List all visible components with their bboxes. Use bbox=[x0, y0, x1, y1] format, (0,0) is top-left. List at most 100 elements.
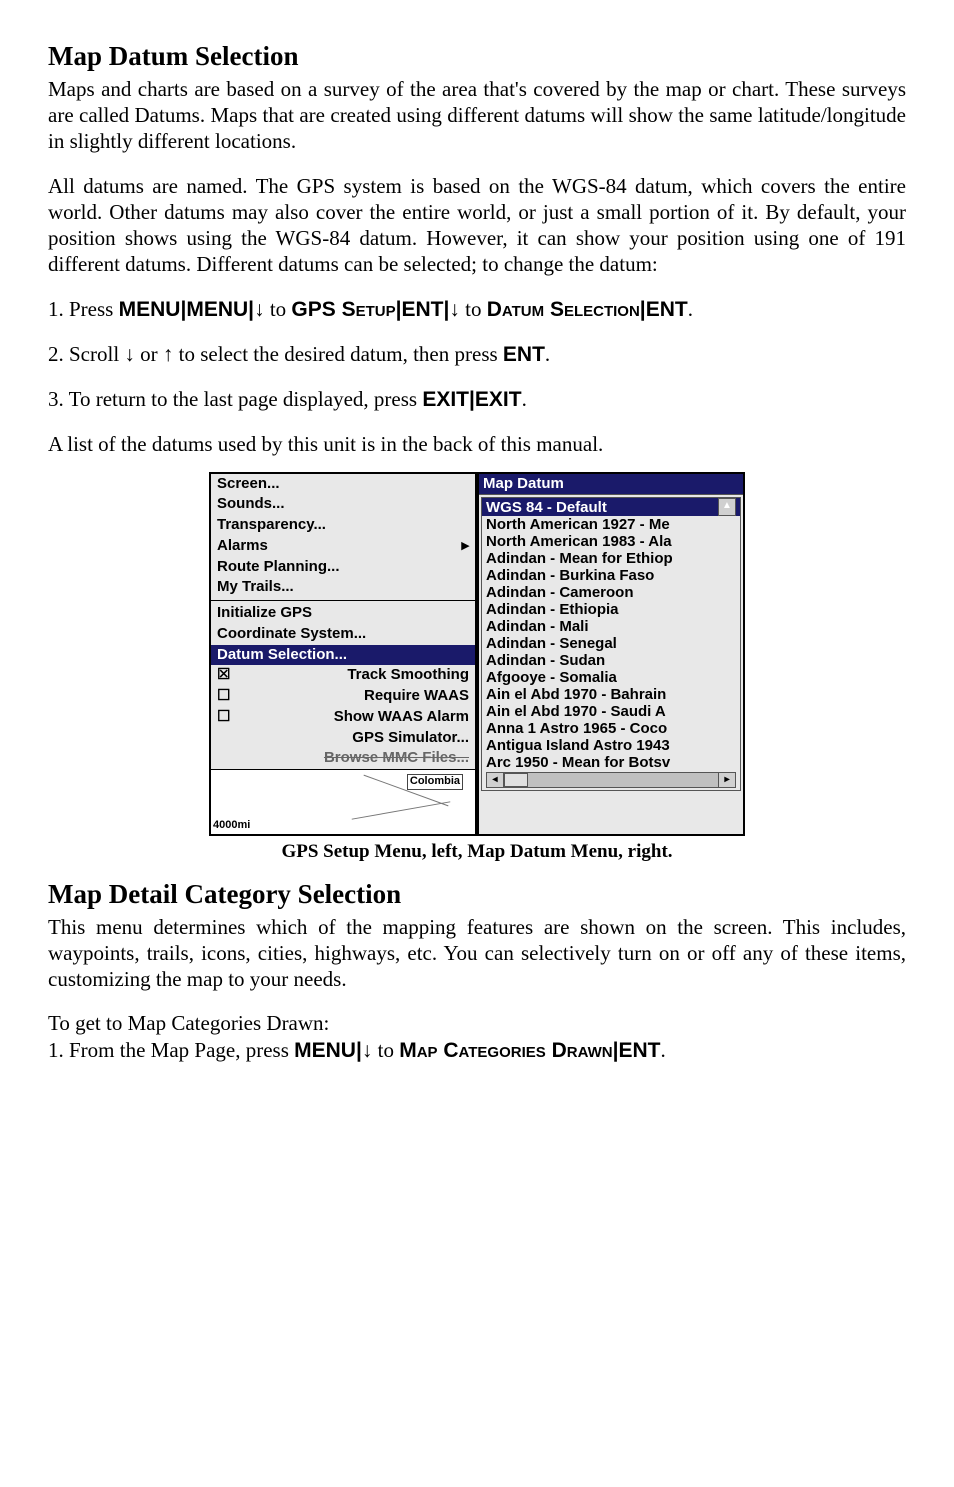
menu-item-my-trails[interactable]: My Trails... bbox=[211, 577, 475, 598]
datum-option[interactable]: Afgooye - Somalia bbox=[482, 669, 740, 686]
menu-item-alarms[interactable]: Alarms ▸ bbox=[211, 536, 475, 557]
menu-item-require-waas[interactable]: ☐ Require WAAS bbox=[211, 686, 475, 707]
label: Browse MMC Files... bbox=[324, 749, 469, 768]
gps-setup-menu-screenshot: Screen... Sounds... Transparency... Alar… bbox=[209, 472, 477, 837]
label: Alarms bbox=[217, 537, 268, 556]
section-heading-map-datum: Map Datum Selection bbox=[48, 40, 906, 74]
datum-option[interactable]: Arc 1950 - Mean for Botsv bbox=[482, 754, 740, 771]
label: My Trails... bbox=[217, 578, 294, 597]
menu-name: Map Categories Drawn bbox=[399, 1039, 612, 1062]
paragraph: Maps and charts are based on a survey of… bbox=[48, 76, 906, 155]
submenu-arrow-icon: ▸ bbox=[461, 537, 469, 556]
text: 1. From the Map Page, press bbox=[48, 1038, 294, 1062]
datum-option[interactable]: Adindan - Cameroon bbox=[482, 584, 740, 601]
checkbox-checked-icon: ☒ bbox=[217, 666, 231, 685]
menu-name: Datum Selection bbox=[487, 298, 640, 321]
arrow-down-icon: ↓ bbox=[362, 1039, 373, 1062]
checkbox-unchecked-icon: ☐ bbox=[217, 708, 231, 727]
menu-item-route-planning[interactable]: Route Planning... bbox=[211, 557, 475, 578]
datum-option[interactable]: Adindan - Ethiopia bbox=[482, 601, 740, 618]
key-exit: EXIT bbox=[475, 388, 522, 411]
menu-item-transparency[interactable]: Transparency... bbox=[211, 515, 475, 536]
datum-option[interactable]: North American 1927 - Me bbox=[482, 516, 740, 533]
text: to bbox=[460, 297, 487, 321]
label: WGS 84 - Default bbox=[486, 499, 607, 516]
text: or bbox=[135, 342, 163, 366]
label: Datum Selection... bbox=[217, 646, 347, 665]
map-line bbox=[352, 801, 451, 819]
scrollbar-track[interactable] bbox=[504, 772, 718, 788]
key-menu: MENU bbox=[119, 298, 181, 321]
checkbox-unchecked-icon: ☐ bbox=[217, 687, 231, 706]
paragraph: All datums are named. The GPS system is … bbox=[48, 173, 906, 278]
label: Track Smoothing bbox=[347, 666, 469, 685]
step-2: 2. Scroll ↓ or ↑ to select the desired d… bbox=[48, 341, 906, 368]
key-ent: ENT bbox=[402, 298, 444, 321]
lead-line: To get to Map Categories Drawn: bbox=[48, 1010, 906, 1036]
menu-item-show-waas-alarm[interactable]: ☐ Show WAAS Alarm bbox=[211, 707, 475, 728]
key-ent: ENT bbox=[646, 298, 688, 321]
menu-divider bbox=[211, 600, 475, 601]
scroll-right-button[interactable]: ▸ bbox=[718, 772, 736, 788]
paragraph: A list of the datums used by this unit i… bbox=[48, 431, 906, 457]
arrow-up-icon: ↑ bbox=[163, 343, 174, 366]
label: Screen... bbox=[217, 475, 280, 494]
arrow-down-icon: ↓ bbox=[449, 298, 460, 321]
menu-item-datum-selection[interactable]: Datum Selection... bbox=[211, 645, 475, 666]
text: to bbox=[372, 1038, 399, 1062]
text: to select the desired datum, then press bbox=[173, 342, 503, 366]
text: 1. Press bbox=[48, 297, 119, 321]
key-exit: EXIT bbox=[422, 388, 469, 411]
step-3: 3. To return to the last page displayed,… bbox=[48, 386, 906, 413]
step-1b: 1. From the Map Page, press MENU|↓ to Ma… bbox=[48, 1037, 906, 1064]
datum-option[interactable]: Adindan - Senegal bbox=[482, 635, 740, 652]
datum-option[interactable]: Adindan - Burkina Faso bbox=[482, 567, 740, 584]
menu-item-coordinate-system[interactable]: Coordinate System... bbox=[211, 624, 475, 645]
label: Sounds... bbox=[217, 495, 285, 514]
label: Show WAAS Alarm bbox=[334, 708, 469, 727]
menu-item-track-smoothing[interactable]: ☒ Track Smoothing bbox=[211, 665, 475, 686]
period: . bbox=[688, 297, 693, 321]
datum-option[interactable]: Anna 1 Astro 1965 - Coco bbox=[482, 720, 740, 737]
datum-option[interactable]: Ain el Abd 1970 - Saudi A bbox=[482, 703, 740, 720]
datum-option[interactable]: Adindan - Mali bbox=[482, 618, 740, 635]
label: Require WAAS bbox=[364, 687, 469, 706]
datum-listbox[interactable]: WGS 84 - Default ▲ North American 1927 -… bbox=[481, 497, 741, 791]
text: 3. To return to the last page displayed,… bbox=[48, 387, 422, 411]
text: to bbox=[265, 297, 292, 321]
figure-caption: GPS Setup Menu, left, Map Datum Menu, ri… bbox=[48, 840, 906, 864]
key-ent: ENT bbox=[619, 1039, 661, 1062]
period: . bbox=[545, 342, 550, 366]
datum-option[interactable]: North American 1983 - Ala bbox=[482, 533, 740, 550]
arrow-down-icon: ↓ bbox=[124, 343, 135, 366]
key-menu: MENU bbox=[294, 1039, 356, 1062]
text: 2. Scroll bbox=[48, 342, 124, 366]
datum-option[interactable]: Antigua Island Astro 1943 bbox=[482, 737, 740, 754]
datum-option[interactable]: Ain el Abd 1970 - Bahrain bbox=[482, 686, 740, 703]
datum-option-wgs84[interactable]: WGS 84 - Default ▲ bbox=[482, 498, 740, 516]
label: Initialize GPS bbox=[217, 604, 312, 623]
map-country-label: Colombia bbox=[407, 774, 463, 790]
datum-option[interactable]: Adindan - Sudan bbox=[482, 652, 740, 669]
screenshot-row: Screen... Sounds... Transparency... Alar… bbox=[48, 472, 906, 837]
menu-item-gps-simulator[interactable]: GPS Simulator... bbox=[211, 728, 475, 749]
menu-name: GPS Setup bbox=[291, 298, 395, 321]
menu-item-screen[interactable]: Screen... bbox=[211, 474, 475, 495]
horizontal-scrollbar[interactable]: ◂ ▸ bbox=[486, 772, 736, 788]
mini-map-preview: Colombia 4000mi bbox=[211, 769, 475, 834]
scroll-up-button[interactable]: ▲ bbox=[718, 498, 736, 516]
section-heading-map-detail: Map Detail Category Selection bbox=[48, 878, 906, 912]
scroll-left-button[interactable]: ◂ bbox=[486, 772, 504, 788]
key-menu: MENU bbox=[186, 298, 248, 321]
arrow-down-icon: ↓ bbox=[254, 298, 265, 321]
scrollbar-thumb[interactable] bbox=[504, 773, 528, 787]
label: GPS Simulator... bbox=[352, 729, 469, 748]
menu-item-sounds[interactable]: Sounds... bbox=[211, 494, 475, 515]
map-datum-menu-screenshot: Map Datum WGS 84 - Default ▲ North Ameri… bbox=[477, 472, 745, 837]
menu-item-browse-mmc-files[interactable]: Browse MMC Files... bbox=[211, 748, 475, 769]
label: Coordinate System... bbox=[217, 625, 366, 644]
datum-option[interactable]: Adindan - Mean for Ethiop bbox=[482, 550, 740, 567]
key-ent: ENT bbox=[503, 343, 545, 366]
menu-item-initialize-gps[interactable]: Initialize GPS bbox=[211, 603, 475, 624]
step-1: 1. Press MENU|MENU|↓ to GPS Setup|ENT|↓ … bbox=[48, 296, 906, 323]
